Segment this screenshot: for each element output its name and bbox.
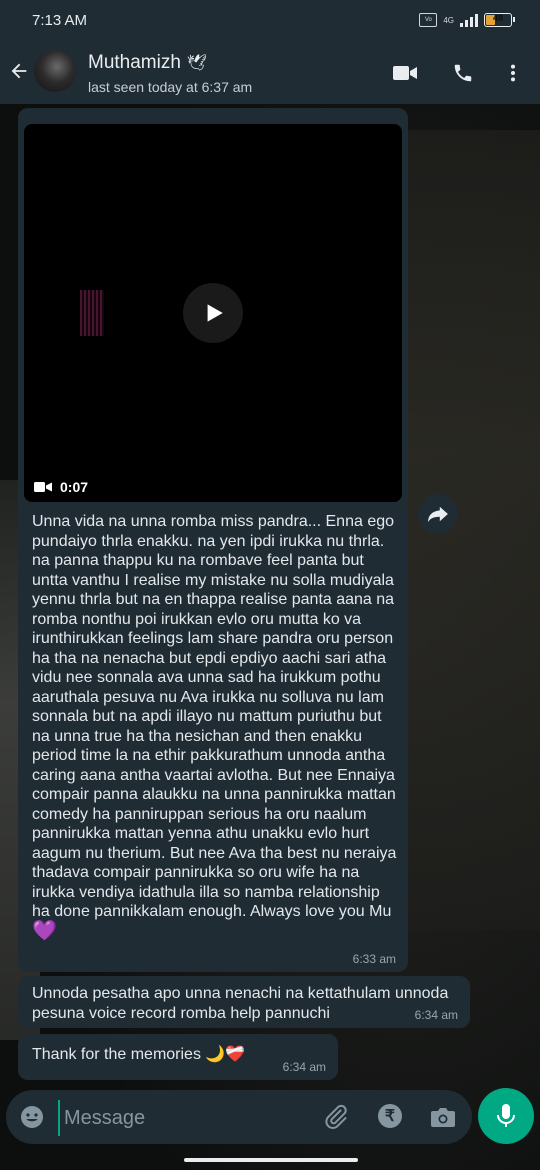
video-duration-text: 0:07 — [60, 479, 89, 495]
battery-level: 48 — [492, 13, 503, 23]
avatar[interactable] — [34, 50, 76, 92]
message-input[interactable] — [58, 1100, 316, 1136]
battery-icon: 48 — [484, 13, 515, 27]
chat-header: Muthamizh 🕊 last seen today at 6:37 am — [0, 42, 540, 104]
home-indicator[interactable] — [184, 1158, 358, 1162]
message-composer: ₹ — [6, 1090, 472, 1144]
message-text: Unna vida na unna romba miss pandra... E… — [32, 512, 398, 942]
network-type: 4G — [443, 15, 454, 25]
rupee-icon[interactable]: ₹ — [378, 1104, 402, 1128]
camera-icon[interactable] — [430, 1105, 456, 1129]
message-time: 6:34 am — [414, 1008, 458, 1022]
attach-icon[interactable] — [324, 1104, 348, 1130]
video-thumbnail[interactable]: 0:07 — [24, 124, 402, 502]
play-button[interactable] — [183, 283, 243, 343]
message-bubble[interactable]: Thank for the memories 🌙❤️‍🩹 6:34 am — [18, 1034, 338, 1080]
status-icons: Vo 4G 48 — [419, 13, 515, 27]
message-time: 6:33 am — [352, 952, 396, 966]
message-bubble-video[interactable]: 0:07 Unna vida na unna romba miss pandra… — [18, 108, 408, 972]
contact-name[interactable]: Muthamizh 🕊 — [88, 52, 207, 74]
status-bar: 7:13 AM Vo 4G 48 — [0, 0, 540, 42]
message-text: Thank for the memories 🌙❤️‍🩹 — [32, 1046, 246, 1063]
dove-emoji: 🕊 — [186, 55, 208, 72]
purple-heart-emoji: 💜 — [32, 919, 57, 942]
volte-icon: Vo — [419, 13, 438, 27]
mic-icon — [497, 1104, 515, 1127]
phone-call-icon[interactable] — [450, 62, 476, 84]
video-call-icon[interactable] — [392, 62, 418, 84]
more-options-icon[interactable] — [506, 62, 520, 84]
status-time: 7:13 AM — [32, 12, 88, 29]
message-bubble[interactable]: Unnoda pesatha apo unna nenachi na ketta… — [18, 976, 470, 1028]
video-frame-artifact — [80, 290, 104, 336]
play-icon — [207, 304, 223, 322]
video-camera-icon — [34, 482, 52, 492]
mic-button[interactable] — [478, 1088, 534, 1144]
emoji-icon[interactable] — [20, 1105, 44, 1129]
last-seen-status: last seen today at 6:37 am — [88, 79, 253, 95]
message-text-body: Unna vida na unna romba miss pandra... E… — [32, 513, 397, 920]
forward-button[interactable] — [418, 494, 458, 534]
back-arrow-icon[interactable] — [8, 60, 30, 82]
message-text: Unnoda pesatha apo unna nenachi na ketta… — [32, 985, 449, 1022]
forward-icon — [428, 506, 448, 523]
signal-icon — [460, 13, 478, 27]
message-time: 6:34 am — [282, 1060, 326, 1074]
video-duration: 0:07 — [34, 479, 88, 495]
contact-name-text: Muthamizh — [88, 52, 181, 73]
chat-area[interactable]: 0:07 Unna vida na unna romba miss pandra… — [0, 104, 540, 1084]
